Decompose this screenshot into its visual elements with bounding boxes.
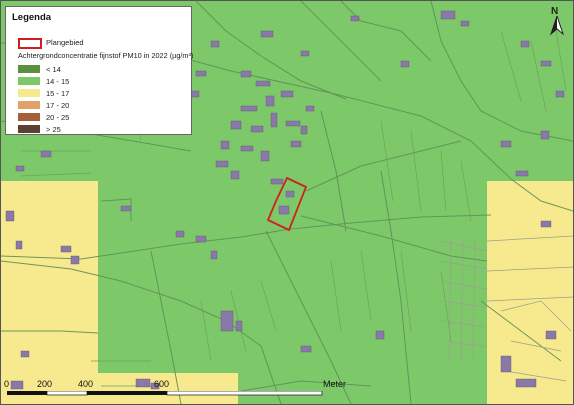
class-label-15-17: 15 - 17 bbox=[46, 89, 70, 98]
scale-tick-200: 200 bbox=[37, 379, 53, 389]
scale-bar: 0 200 400 600 Meter bbox=[1, 379, 361, 404]
class-swatch-lt14 bbox=[18, 65, 40, 73]
scale-tick-0: 0 bbox=[4, 379, 10, 389]
scale-bar-graphic bbox=[7, 391, 323, 396]
class-swatch-14-15 bbox=[18, 77, 40, 85]
legend-title: Legenda bbox=[12, 12, 52, 23]
yellow-zone-west bbox=[1, 181, 98, 404]
class-label-14-15: 14 - 15 bbox=[46, 77, 70, 86]
scale-tick-400: 400 bbox=[78, 379, 94, 389]
scale-tick-600: 600 bbox=[154, 379, 170, 389]
yellow-zone-east bbox=[487, 181, 573, 404]
class-swatch-gt25 bbox=[18, 125, 40, 133]
class-label-lt14: < 14 bbox=[46, 65, 61, 74]
plangebied-swatch bbox=[18, 38, 42, 49]
class-swatch-15-17 bbox=[18, 89, 40, 97]
concentration-title: Achtergrondconcentratie fijnstof PM10 in… bbox=[18, 51, 194, 60]
class-swatch-17-20 bbox=[18, 101, 40, 109]
class-label-17-20: 17 - 20 bbox=[46, 101, 70, 110]
north-arrow-icon bbox=[549, 16, 565, 36]
map-frame[interactable]: Legenda Plangebied Achtergrondconcentrat… bbox=[0, 0, 574, 405]
class-swatch-20-25 bbox=[18, 113, 40, 121]
map-legend: Legenda Plangebied Achtergrondconcentrat… bbox=[5, 6, 194, 135]
plangebied-label: Plangebied bbox=[46, 38, 84, 47]
class-label-gt25: > 25 bbox=[46, 125, 61, 134]
north-arrow: N bbox=[548, 6, 566, 36]
scale-unit: Meter bbox=[323, 379, 347, 389]
class-label-20-25: 20 - 25 bbox=[46, 113, 70, 122]
